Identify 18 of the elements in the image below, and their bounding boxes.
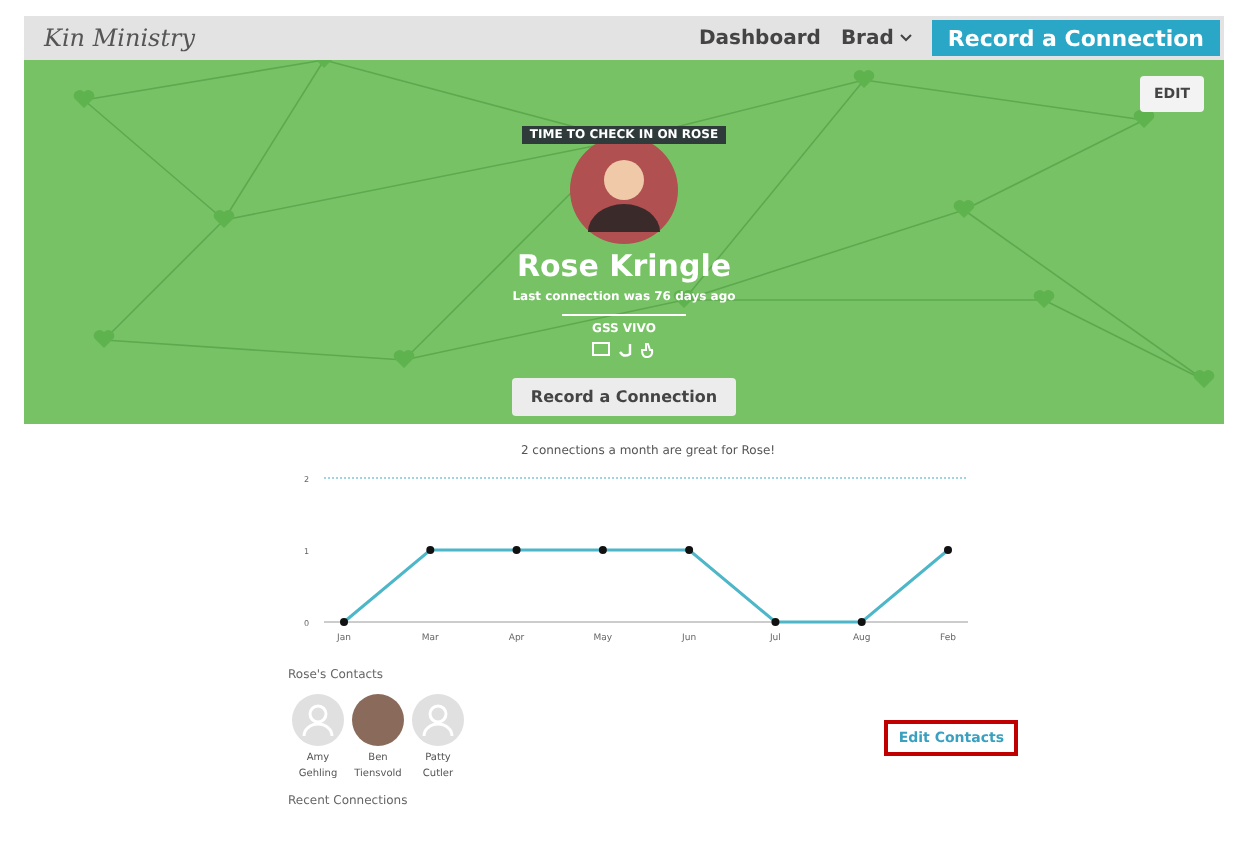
data-point	[340, 618, 348, 626]
data-point	[944, 546, 952, 554]
data-point	[426, 546, 435, 554]
nav-link[interactable]: Brad	[840, 27, 912, 49]
data-point	[685, 546, 694, 554]
data-point	[857, 618, 866, 626]
envelope-icon	[592, 342, 611, 356]
logo[interactable]: Kin Ministry	[44, 24, 699, 52]
hand-icon	[640, 342, 655, 358]
phone-icon	[618, 342, 633, 358]
data-point	[598, 546, 607, 554]
caret-icon[interactable]	[899, 34, 912, 42]
nav-link[interactable]: Dashboard	[698, 27, 821, 49]
data-point	[512, 546, 521, 554]
data-point	[771, 618, 780, 626]
person-name: Rose Kringle	[516, 248, 732, 284]
photo-placeholder[interactable]	[352, 694, 404, 746]
record-connection-button[interactable]: Record a Connection	[512, 378, 736, 416]
